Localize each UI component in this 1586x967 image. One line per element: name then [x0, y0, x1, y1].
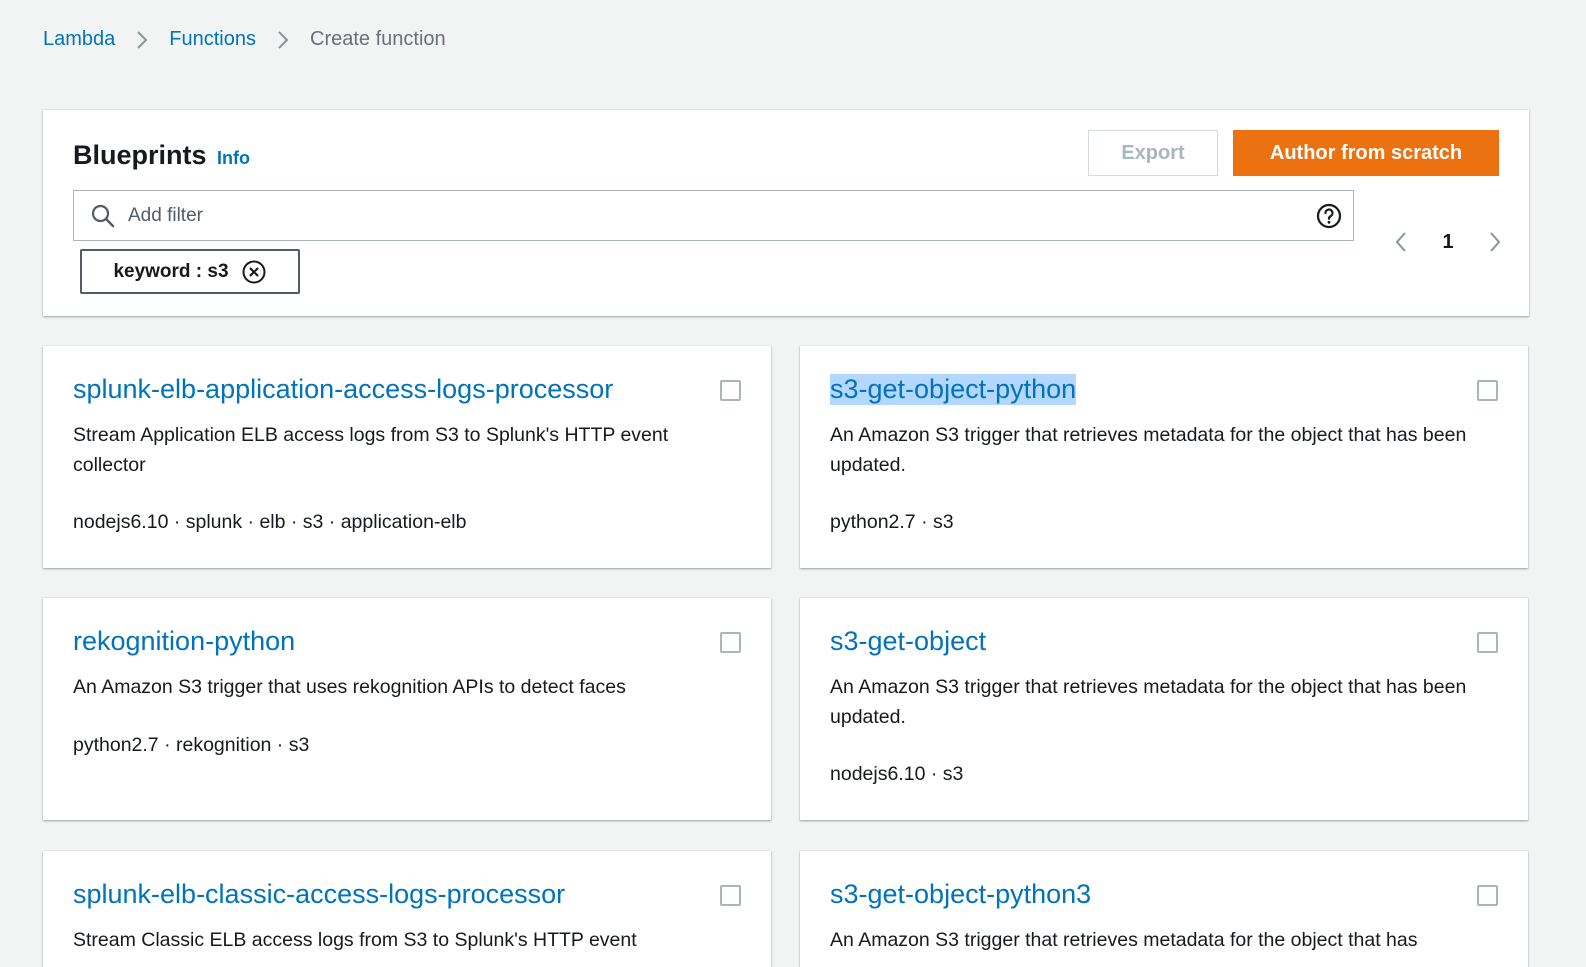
breadcrumb-functions[interactable]: Functions — [169, 28, 256, 51]
blueprint-card[interactable]: s3-get-object An Amazon S3 trigger that … — [800, 598, 1528, 820]
breadcrumb-lambda[interactable]: Lambda — [43, 28, 115, 51]
filter-token: keyword : s3 — [80, 249, 300, 294]
card-checkbox[interactable] — [1477, 380, 1498, 401]
card-tags: python2.7 · rekognition · s3 — [73, 734, 310, 756]
card-tags: python2.7 · s3 — [830, 511, 954, 533]
pagination: 1 — [1388, 227, 1508, 257]
card-title[interactable]: s3-get-object — [830, 626, 986, 657]
panel-title: Blueprints — [73, 140, 207, 170]
filter-input[interactable] — [128, 204, 1315, 227]
card-checkbox[interactable] — [720, 632, 741, 653]
page-number[interactable]: 1 — [1442, 231, 1453, 254]
card-description: Stream Application ELB access logs from … — [73, 424, 669, 476]
chevron-right-icon — [115, 29, 169, 51]
card-tags: nodejs6.10 · s3 — [830, 763, 964, 785]
chevron-left-icon[interactable] — [1388, 227, 1414, 257]
blueprint-card[interactable]: s3-get-object-python3 An Amazon S3 trigg… — [800, 851, 1528, 967]
card-description: Stream Classic ELB access logs from S3 t… — [73, 929, 637, 951]
card-title[interactable]: s3-get-object-python — [830, 374, 1077, 405]
blueprint-card[interactable]: s3-get-object-python An Amazon S3 trigge… — [800, 346, 1528, 568]
export-button[interactable]: Export — [1088, 130, 1218, 176]
help-icon[interactable] — [1315, 202, 1343, 230]
card-title[interactable]: s3-get-object-python3 — [830, 879, 1091, 910]
filter-box — [73, 190, 1354, 241]
chevron-right-icon[interactable] — [1482, 227, 1508, 257]
info-link[interactable]: Info — [217, 148, 250, 169]
blueprint-card[interactable]: splunk-elb-classic-access-logs-processor… — [43, 851, 771, 967]
card-title[interactable]: splunk-elb-application-access-logs-proce… — [73, 374, 613, 405]
breadcrumb-current: Create function — [310, 28, 446, 50]
card-checkbox[interactable] — [720, 380, 741, 401]
card-title[interactable]: rekognition-python — [73, 626, 295, 657]
author-from-scratch-button[interactable]: Author from scratch — [1233, 130, 1499, 176]
token-label: keyword : s3 — [113, 260, 229, 282]
card-checkbox[interactable] — [720, 885, 741, 906]
breadcrumb: Lambda Functions Create function — [43, 28, 446, 51]
blueprint-card[interactable]: splunk-elb-application-access-logs-proce… — [43, 346, 771, 568]
blueprint-card[interactable]: rekognition-python An Amazon S3 trigger … — [43, 598, 771, 820]
chevron-right-icon — [256, 29, 310, 51]
dismiss-icon[interactable] — [241, 259, 267, 285]
card-checkbox[interactable] — [1477, 632, 1498, 653]
card-description: An Amazon S3 trigger that uses rekogniti… — [73, 676, 626, 698]
card-checkbox[interactable] — [1477, 885, 1498, 906]
card-description: An Amazon S3 trigger that retrieves meta… — [830, 676, 1467, 728]
blueprints-panel: Blueprints Info Export Author from scrat… — [43, 110, 1529, 316]
search-icon — [90, 203, 116, 229]
card-description: An Amazon S3 trigger that retrieves meta… — [830, 929, 1418, 951]
card-title[interactable]: splunk-elb-classic-access-logs-processor — [73, 879, 565, 910]
card-description: An Amazon S3 trigger that retrieves meta… — [830, 424, 1467, 476]
card-tags: nodejs6.10 · splunk · elb · s3 · applica… — [73, 511, 467, 533]
